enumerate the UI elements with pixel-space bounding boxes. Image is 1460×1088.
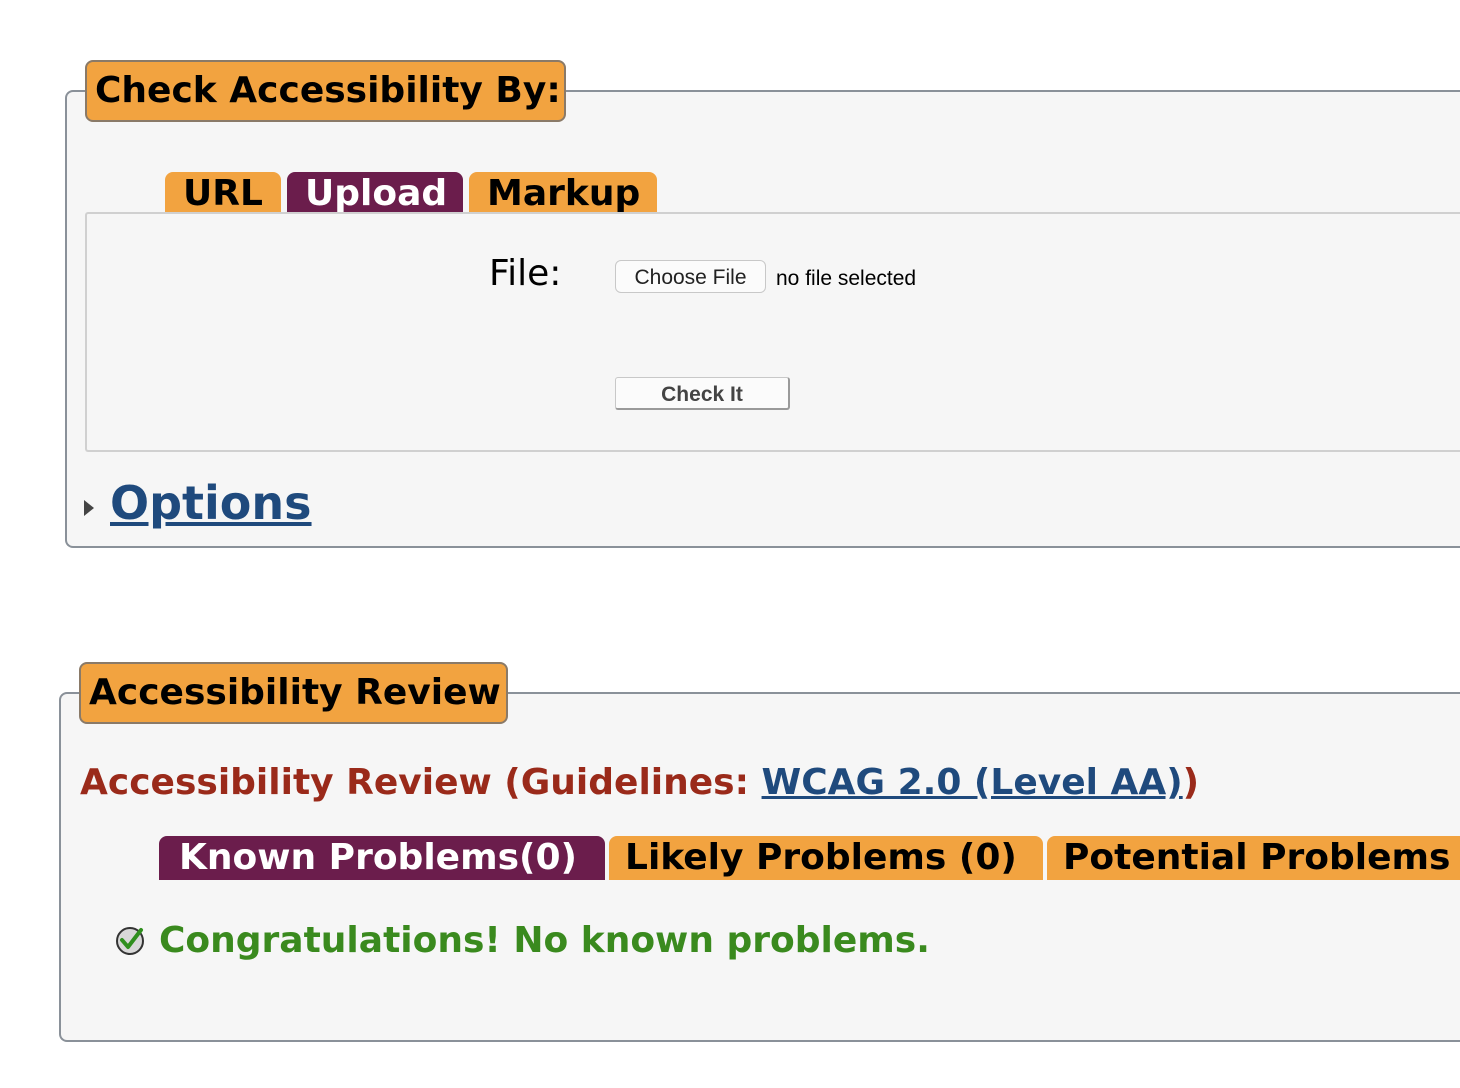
tab-likely-problems[interactable]: Likely Problems (0) [609, 836, 1043, 880]
review-heading-suffix: ) [1182, 762, 1200, 803]
no-file-selected-text: no file selected [776, 267, 917, 290]
guidelines-link[interactable]: WCAG 2.0 (Level AA) [762, 762, 1183, 803]
problem-tabs: Known Problems(0) Likely Problems (0) Po… [159, 836, 1460, 880]
success-message: Congratulations! No known problems. [159, 920, 930, 961]
tab-upload[interactable]: Upload [287, 172, 463, 216]
upload-panel [85, 212, 1460, 452]
check-it-button[interactable]: Check It [615, 377, 790, 410]
tab-url[interactable]: URL [165, 172, 281, 216]
tab-known-problems[interactable]: Known Problems(0) [159, 836, 605, 880]
choose-file-button[interactable]: Choose File [615, 260, 766, 293]
disclosure-triangle-icon [84, 500, 94, 516]
accessibility-review-legend: Accessibility Review [79, 662, 508, 724]
options-link[interactable]: Options [110, 476, 312, 530]
tab-potential-problems[interactable]: Potential Problems [1047, 836, 1460, 880]
check-accessibility-legend: Check Accessibility By: [85, 60, 566, 122]
input-method-tabs: URL Upload Markup [165, 172, 665, 216]
check-circle-icon [114, 924, 146, 956]
review-heading-prefix: Accessibility Review (Guidelines: [80, 762, 762, 803]
tab-markup[interactable]: Markup [469, 172, 657, 216]
review-heading: Accessibility Review (Guidelines: WCAG 2… [80, 760, 1199, 806]
file-label: File: [489, 253, 562, 294]
